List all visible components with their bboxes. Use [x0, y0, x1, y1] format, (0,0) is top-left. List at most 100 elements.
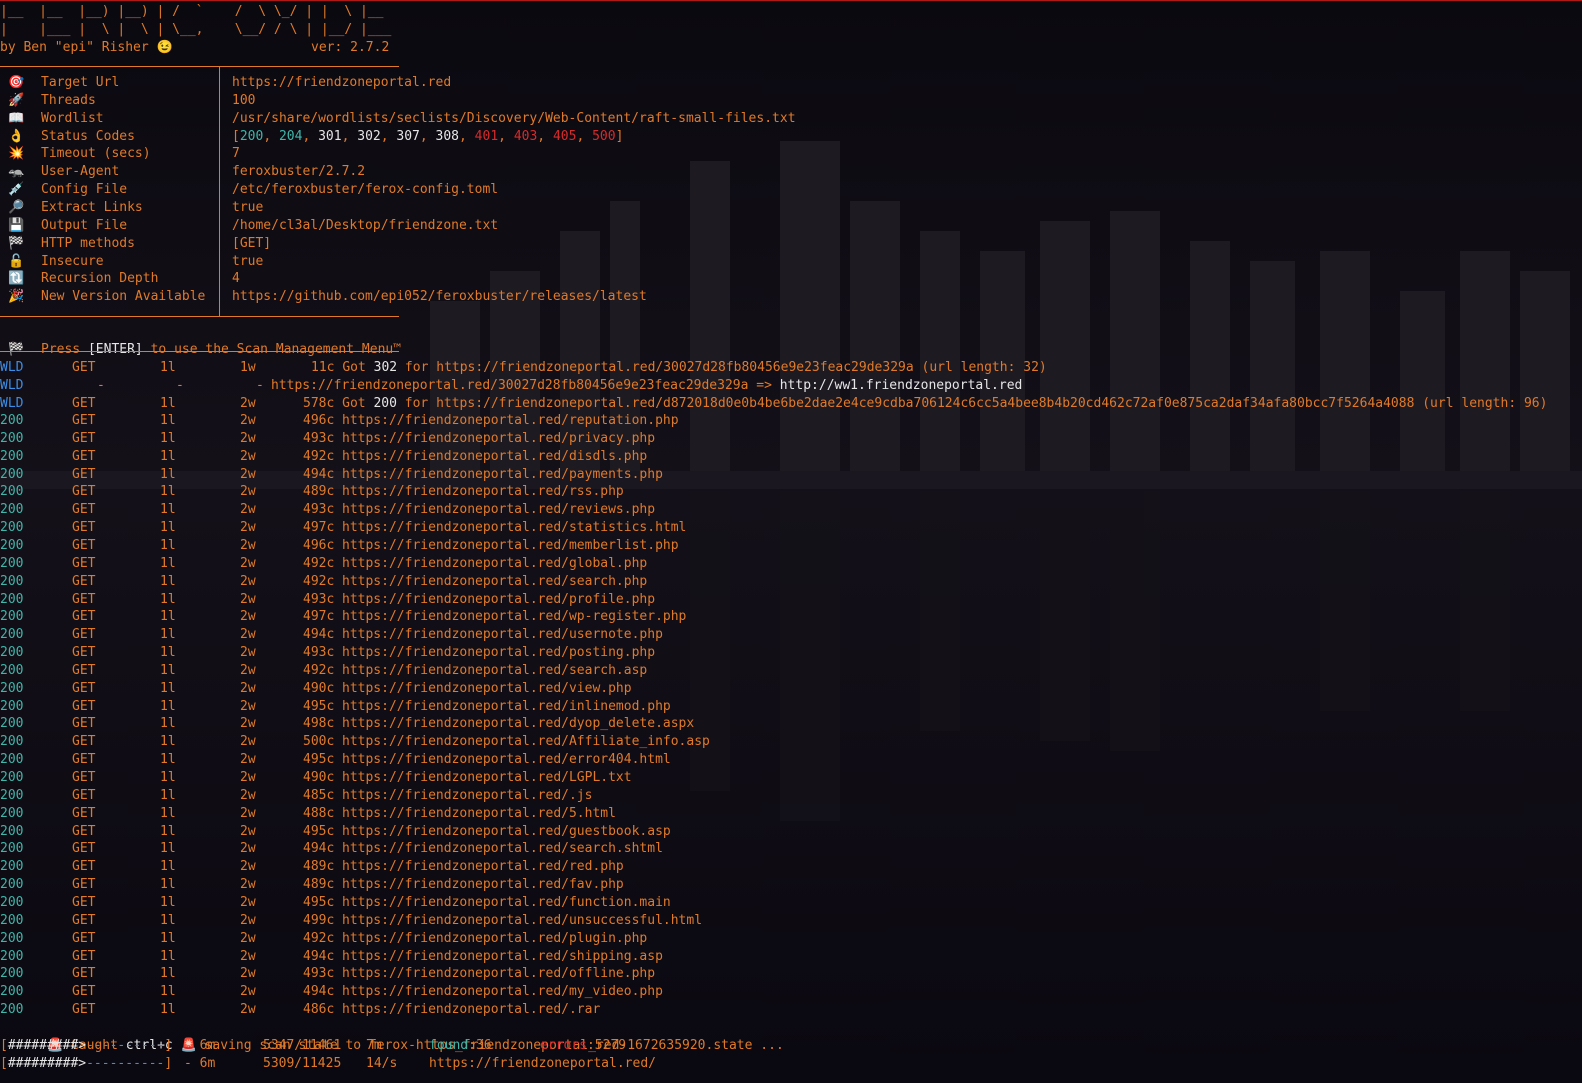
- row-words: 2w: [240, 877, 256, 893]
- row-url[interactable]: https://friendzoneportal.red/statistics.…: [342, 519, 686, 537]
- row-words: 2w: [240, 555, 256, 571]
- config-value: feroxbuster/2.7.2: [232, 164, 366, 180]
- row-lines: 1l: [160, 805, 176, 821]
- errors-label: errors: [540, 1038, 587, 1053]
- row-url[interactable]: https://friendzoneportal.red/rss.php: [342, 483, 624, 501]
- config-row: 🔃 Recursion Depth 4: [0, 270, 1000, 288]
- row-chars: 492c: [303, 555, 335, 571]
- result-row: 200 GET 1l 2w 496c https://friendzoneportal.r…: [0, 412, 1000, 430]
- config-row: 🔎 Extract Links true: [0, 199, 1000, 217]
- row-url[interactable]: https://friendzoneportal.red/shipping.as…: [342, 948, 663, 966]
- row-url[interactable]: https://friendzoneportal.red/.js: [342, 787, 592, 805]
- row-lines: 1l: [160, 680, 176, 696]
- row-url[interactable]: https://friendzoneportal.red/inlinemod.p…: [342, 698, 671, 716]
- result-row: 200 GET 1l 2w 494c https://friendzoneportal.r…: [0, 948, 1000, 966]
- row-lines: 1l: [160, 752, 176, 768]
- config-value: https://github.com/epi052/feroxbuster/re…: [232, 289, 647, 305]
- row-url[interactable]: https://friendzoneportal.red/function.ma…: [342, 894, 671, 912]
- status-code: 403: [513, 128, 538, 144]
- row-url[interactable]: https://friendzoneportal.red/profile.php: [342, 591, 655, 609]
- checkered-flag-icon: 🏁: [8, 342, 25, 357]
- row-method: GET: [72, 859, 96, 875]
- row-url[interactable]: https://friendzoneportal.red/reputation.…: [342, 412, 679, 430]
- row-redirect[interactable]: http://ww1.friendzoneportal.red: [780, 378, 1023, 393]
- row-url[interactable]: https://friendzoneportal.red/5.html: [342, 805, 616, 823]
- row-status: 200: [0, 787, 24, 803]
- row-words: 2w: [240, 894, 256, 910]
- row-chars: 489c: [303, 859, 335, 875]
- banner-art-line-1: |__ |__ |__) |__) | / ` / \ \_/ | | \ |_…: [0, 4, 384, 19]
- row-url[interactable]: https://friendzoneportal.red/privacy.php: [342, 430, 655, 448]
- row-lines: 1l: [160, 555, 176, 571]
- row-url[interactable]: https://friendzoneportal.red/search.asp: [342, 662, 647, 680]
- row-status: 200: [0, 948, 24, 964]
- terminal-window[interactable]: |__ |__ |__) |__) | / ` / \ \_/ | | \ |_…: [0, 0, 1582, 1083]
- row-url[interactable]: https://friendzoneportal.red/.rar: [342, 1001, 600, 1019]
- row-words: 2w: [240, 573, 256, 589]
- row-chars: 486c: [303, 1002, 335, 1018]
- wildcard-row: WLD - - - https://friendzoneportal.red/30027…: [0, 377, 1582, 395]
- row-words: 2w: [240, 930, 256, 946]
- found-value: :36: [468, 1038, 492, 1053]
- banner-author: by Ben "epi" Risher 😉: [0, 40, 173, 55]
- status-code: 307: [396, 128, 420, 144]
- row-method: GET: [72, 841, 96, 857]
- progress-url[interactable]: https://friendzoneportal.red/: [429, 1055, 656, 1073]
- row-url[interactable]: https://friendzoneportal.red/reviews.php: [342, 501, 655, 519]
- status-code: 204: [278, 128, 303, 144]
- row-url[interactable]: https://friendzoneportal.red/guestbook.a…: [342, 823, 671, 841]
- row-url[interactable]: https://friendzoneportal.red/dyop_delete…: [342, 715, 694, 733]
- row-status: 200: [0, 984, 24, 1000]
- row-url[interactable]: https://friendzoneportal.red/memberlist.…: [342, 537, 679, 555]
- row-words: 1w: [240, 360, 256, 375]
- row-url[interactable]: https://friendzoneportal.red/unsuccessfu…: [342, 912, 702, 930]
- row-chars: 495c: [303, 823, 335, 839]
- config-key: Target Url: [41, 75, 120, 90]
- row-status: 200: [0, 716, 24, 732]
- row-status: WLD: [0, 360, 24, 375]
- row-url[interactable]: https://friendzoneportal.red/my_video.ph…: [342, 983, 663, 1001]
- result-row: 200 GET 1l 2w 489c https://friendzoneportal.r…: [0, 858, 1000, 876]
- row-lines: 1l: [160, 841, 176, 857]
- row-words: 2w: [240, 770, 256, 785]
- row-url[interactable]: https://friendzoneportal.red/offline.php: [342, 965, 655, 983]
- row-url[interactable]: https://friendzoneportal.red/fav.php: [342, 876, 624, 894]
- row-chars: 496c: [303, 537, 335, 553]
- row-lines: 1l: [160, 912, 176, 928]
- progress-elapsed: - 6m: [184, 1055, 216, 1071]
- row-url[interactable]: https://friendzoneportal.red/search.php: [342, 573, 647, 591]
- row-url[interactable]: https://friendzoneportal.red/red.php: [342, 858, 624, 876]
- result-row: 200 GET 1l 2w 489c https://friendzoneportal.r…: [0, 876, 1000, 894]
- row-status: 200: [0, 627, 24, 643]
- row-url[interactable]: https://friendzoneportal.red/wp-register…: [342, 608, 686, 626]
- row-url[interactable]: https://friendzoneportal.red/payments.ph…: [342, 466, 663, 484]
- row-words: 2w: [240, 984, 256, 1000]
- row-words: 2w: [240, 502, 256, 518]
- row-chars: 489c: [303, 877, 335, 893]
- row-url[interactable]: https://friendzoneportal.red/error404.ht…: [342, 751, 671, 769]
- config-key: Output File: [41, 217, 128, 233]
- result-row: 200 GET 1l 2w 494c https://friendzoneportal.r…: [0, 626, 1000, 644]
- row-chars: 493c: [303, 430, 335, 446]
- progress-remaining: ----------: [86, 1055, 165, 1071]
- row-url[interactable]: https://friendzoneportal.red/Affiliate_i…: [342, 733, 710, 751]
- row-got: Got: [342, 395, 374, 411]
- config-row: 📖 Wordlist/usr/share/wordlists/seclists/D…: [0, 110, 1000, 128]
- row-status: 200: [0, 1002, 24, 1018]
- row-url[interactable]: https://friendzoneportal.red/disdls.php: [342, 448, 647, 466]
- row-url[interactable]: https://friendzoneportal.red/usernote.ph…: [342, 626, 663, 644]
- row-url[interactable]: https://friendzoneportal.red/posting.php: [342, 644, 655, 662]
- row-method: GET: [72, 787, 96, 803]
- row-words: 2w: [240, 1002, 256, 1018]
- row-url[interactable]: https://friendzoneportal.red/search.shtm…: [342, 840, 663, 858]
- row-status: 200: [0, 859, 24, 875]
- row-url[interactable]: https://friendzoneportal.red/LGPL.txt: [342, 769, 632, 787]
- row-status: 200: [0, 430, 24, 446]
- row-chars: 492c: [303, 662, 335, 678]
- row-method: GET: [72, 395, 96, 411]
- row-url[interactable]: https://friendzoneportal.red/plugin.php: [342, 930, 647, 948]
- row-url[interactable]: https://friendzoneportal.red/view.php: [342, 680, 632, 698]
- row-url[interactable]: https://friendzoneportal.red/global.php: [342, 555, 647, 573]
- config-value: [GET]: [232, 235, 272, 251]
- result-row: 200 GET 1l 2w 492c https://friendzoneportal.r…: [0, 662, 1000, 680]
